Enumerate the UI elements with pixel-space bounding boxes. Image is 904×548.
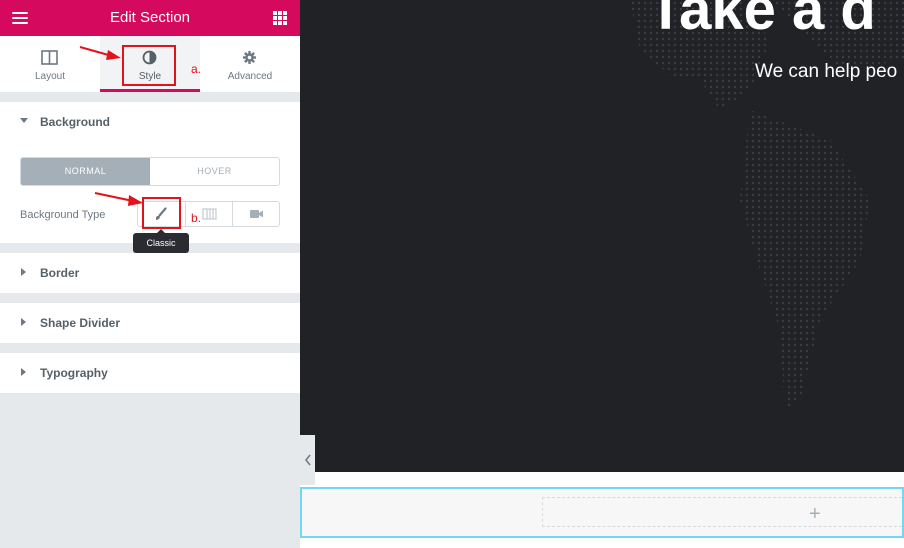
hero-subtitle: We can help peo: [755, 61, 898, 82]
tab-label: Style: [138, 71, 162, 82]
caret-right-icon: [21, 268, 26, 276]
add-section-plus-icon[interactable]: +: [809, 503, 821, 526]
preview-canvas: Take a d We can help peo +: [300, 0, 904, 548]
annotation-b: b.: [191, 211, 202, 225]
caret-right-icon: [21, 318, 26, 326]
arrow-icon: [79, 46, 121, 60]
gear-icon: [243, 51, 256, 64]
hero-section[interactable]: Take a d We can help peo: [300, 0, 904, 472]
contrast-half-circle-icon: [142, 50, 157, 65]
background-type-choices: [137, 201, 280, 227]
caret-down-icon: [20, 118, 28, 123]
brush-icon: [156, 207, 167, 220]
border-section-header[interactable]: Border: [0, 253, 300, 293]
typography-section-header[interactable]: Typography: [0, 353, 300, 393]
classic-tooltip: Classic: [133, 229, 189, 253]
panel-header: Edit Section: [0, 0, 300, 36]
tab-label: Layout: [34, 71, 66, 82]
caret-right-icon: [21, 368, 26, 376]
widgets-grid-icon[interactable]: [273, 11, 287, 25]
background-section-header[interactable]: Background: [0, 102, 300, 142]
section-title: Border: [40, 266, 80, 280]
annotation-a: a.: [191, 62, 202, 76]
hero-title: Take a d: [648, 0, 876, 42]
background-video-button[interactable]: [232, 202, 279, 226]
section-title: Shape Divider: [40, 316, 121, 330]
tab-normal[interactable]: NORMAL: [21, 158, 150, 185]
panel-collapse-toggle[interactable]: [300, 435, 315, 485]
state-switch: NORMAL HOVER: [20, 157, 280, 186]
section-title: Typography: [40, 366, 108, 380]
background-type-label: Background Type: [20, 209, 106, 221]
background-controls: NORMAL HOVER Background Type: [0, 142, 300, 243]
shape-divider-section-header[interactable]: Shape Divider: [0, 303, 300, 343]
tab-label: Advanced: [227, 71, 273, 82]
panel-tabs: Layout Style Advanced: [0, 36, 300, 92]
background-classic-button[interactable]: [138, 202, 185, 226]
layout-columns-icon: [41, 50, 58, 65]
video-camera-icon: [250, 210, 263, 218]
chevron-left-icon: [305, 454, 311, 466]
tab-advanced[interactable]: Advanced: [200, 36, 300, 92]
add-section-dropzone[interactable]: +: [542, 497, 904, 527]
panel-title: Edit Section: [109, 9, 191, 26]
section-title: Background: [40, 115, 111, 129]
add-section-area: +: [300, 487, 904, 538]
tab-hover[interactable]: HOVER: [150, 158, 279, 185]
editor-panel: Edit Section Layout Style Advanced Backg…: [0, 0, 300, 548]
arrow-icon: [94, 192, 143, 206]
